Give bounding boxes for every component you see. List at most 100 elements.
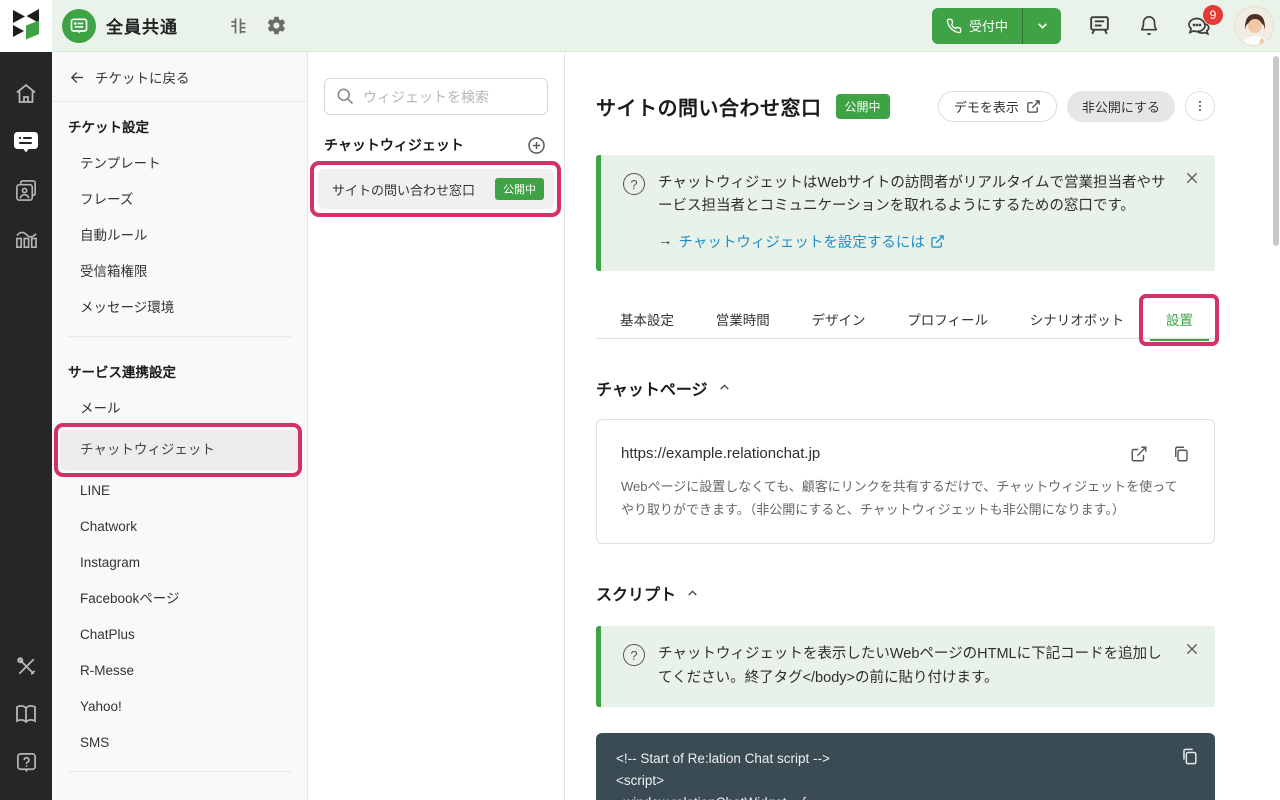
gear-icon[interactable] (266, 15, 287, 36)
scrollbar-thumb[interactable] (1273, 56, 1279, 246)
relation-logo[interactable] (0, 0, 52, 52)
question-icon: ? (623, 173, 645, 195)
tab-business-hours[interactable]: 営業時間 (716, 309, 770, 331)
chat-page-description: Webページに設置しなくても、顧客にリンクを共有するだけで、チャットウィジェット… (621, 476, 1190, 522)
sidebar-item-chat-widget[interactable]: チャットウィジェット (60, 430, 299, 470)
add-widget-button[interactable] (527, 136, 546, 155)
back-label: チケットに戻る (95, 67, 190, 87)
widget-info-banner: ? チャットウィジェットはWebサイトの訪問者がリアルタイムで営業担当者やサービ… (596, 155, 1215, 271)
settings-tabs: 基本設定 営業時間 デザイン プロフィール シナリオボット 設置 (596, 302, 1215, 339)
question-icon: ? (623, 644, 645, 666)
sidebar-item-chatwork[interactable]: Chatwork (52, 509, 307, 545)
sidebar-item-mail[interactable]: メール (52, 391, 307, 427)
relation-logo-icon (11, 9, 41, 43)
arrow-glyph: → (658, 233, 673, 249)
close-icon[interactable] (1184, 641, 1200, 657)
chat-page-url: https://example.relationchat.jp (621, 445, 820, 462)
main-content: サイトの問い合わせ窓口 公開中 デモを表示 非公開にする (565, 52, 1280, 800)
setup-help-link[interactable]: チャットウィジェットを設定するには (679, 231, 945, 252)
code-line: window.relationChatWidget = { (616, 792, 1195, 800)
copy-url-icon[interactable] (1172, 445, 1190, 463)
embed-code-block: <!-- Start of Re:lation Chat script --> … (596, 733, 1215, 800)
sidebar-item-rmesse[interactable]: R-Messe (52, 653, 307, 689)
arrow-left-icon (69, 69, 86, 86)
chat-page-card: https://example.relationchat.jp (596, 419, 1215, 545)
published-status-badge: 公開中 (836, 94, 890, 119)
sidebar-item-sms[interactable]: SMS (52, 725, 307, 761)
divider (68, 771, 291, 772)
widget-search-input[interactable] (324, 78, 548, 115)
unpublish-label: 非公開にする (1082, 97, 1160, 116)
board-icon[interactable] (1087, 13, 1112, 38)
chat-bubbles-icon[interactable]: 9 (1186, 14, 1212, 38)
unpublish-button[interactable]: 非公開にする (1067, 91, 1175, 122)
tune-icon[interactable] (228, 16, 248, 36)
tools-icon[interactable] (0, 642, 52, 690)
widget-list-item[interactable]: サイトの問い合わせ窓口 公開中 (318, 169, 554, 209)
active-tab-underline (1150, 339, 1209, 341)
sidebar-item-instagram[interactable]: Instagram (52, 545, 307, 581)
sidebar-item-chatplus[interactable]: ChatPlus (52, 617, 307, 653)
back-to-tickets-link[interactable]: チケットに戻る (52, 52, 307, 102)
book-icon[interactable] (0, 690, 52, 738)
widget-list-title: チャットウィジェット (324, 135, 464, 155)
chat-page-heading: チャットページ (596, 376, 708, 400)
section-title-ticket-settings: チケット設定 (52, 102, 307, 146)
kebab-icon (1193, 99, 1207, 113)
tab-basic-settings[interactable]: 基本設定 (620, 309, 674, 331)
divider (68, 336, 291, 337)
unread-badge: 9 (1203, 5, 1223, 25)
widget-item-status-badge: 公開中 (495, 178, 544, 200)
phone-icon (946, 18, 962, 34)
chat-board-icon (69, 16, 89, 36)
sidebar-item-line[interactable]: LINE (52, 473, 307, 509)
external-link-icon (930, 234, 945, 249)
tab-scenario-bot[interactable]: シナリオボット (1030, 309, 1125, 331)
status-dropdown-button[interactable] (1023, 8, 1061, 44)
workspace-title: 全員共通 (106, 13, 178, 38)
tab-installation[interactable]: 設置 (1166, 313, 1193, 330)
sidebar-item-auto-rule[interactable]: 自動ルール (52, 218, 307, 254)
tab-profile[interactable]: プロフィール (907, 309, 988, 331)
copy-code-icon[interactable] (1180, 747, 1199, 766)
script-heading: スクリプト (596, 581, 676, 605)
show-demo-button[interactable]: デモを表示 (938, 91, 1057, 122)
chevron-down-icon (1036, 19, 1049, 32)
search-icon (335, 86, 355, 106)
ticket-icon-active[interactable] (0, 118, 52, 166)
sidebar-item-yahoo[interactable]: Yahoo! (52, 689, 307, 725)
help-icon[interactable] (0, 738, 52, 786)
top-bar: 全員共通 受付中 (0, 0, 1280, 52)
app-rail (0, 52, 52, 800)
script-info-banner: ? チャットウィジェットを表示したいWebページのHTMLに下記コードを追加して… (596, 626, 1215, 707)
contacts-icon[interactable] (0, 166, 52, 214)
stats-icon[interactable] (0, 214, 52, 262)
sidebar-item-inbox-permission[interactable]: 受信箱権限 (52, 254, 307, 290)
open-url-icon[interactable] (1130, 445, 1148, 463)
sidebar-item-phrase[interactable]: フレーズ (52, 182, 307, 218)
collapse-chevron-icon[interactable] (718, 381, 731, 394)
settings-sidebar: チケットに戻る チケット設定 テンプレート フレーズ 自動ルール 受信箱権限 メ… (52, 52, 308, 800)
close-icon[interactable] (1184, 170, 1200, 186)
external-link-icon (1026, 99, 1041, 114)
sidebar-item-facebook[interactable]: Facebookページ (52, 581, 307, 617)
reception-status-button[interactable]: 受付中 (932, 8, 1061, 44)
section-title-service-integration: サービス連携設定 (52, 347, 307, 391)
bell-icon[interactable] (1138, 15, 1160, 37)
workspace-icon[interactable] (62, 9, 96, 43)
sidebar-item-message-env[interactable]: メッセージ環境 (52, 290, 307, 326)
plus-circle-icon (527, 136, 546, 155)
setup-help-label: チャットウィジェットを設定するには (679, 231, 925, 252)
sidebar-item-template[interactable]: テンプレート (52, 146, 307, 182)
page-title: サイトの問い合わせ窓口 (596, 92, 822, 121)
home-icon[interactable] (0, 70, 52, 118)
tab-design[interactable]: デザイン (812, 309, 866, 331)
code-line: <script> (616, 770, 1195, 792)
code-line: <!-- Start of Re:lation Chat script --> (616, 748, 1195, 770)
status-label: 受付中 (969, 16, 1008, 35)
collapse-chevron-icon[interactable] (686, 587, 699, 600)
more-menu-button[interactable] (1185, 91, 1215, 121)
section-title-broadcast: 一斉配信＋ (52, 782, 307, 800)
avatar[interactable] (1234, 6, 1274, 46)
show-demo-label: デモを表示 (954, 97, 1019, 116)
